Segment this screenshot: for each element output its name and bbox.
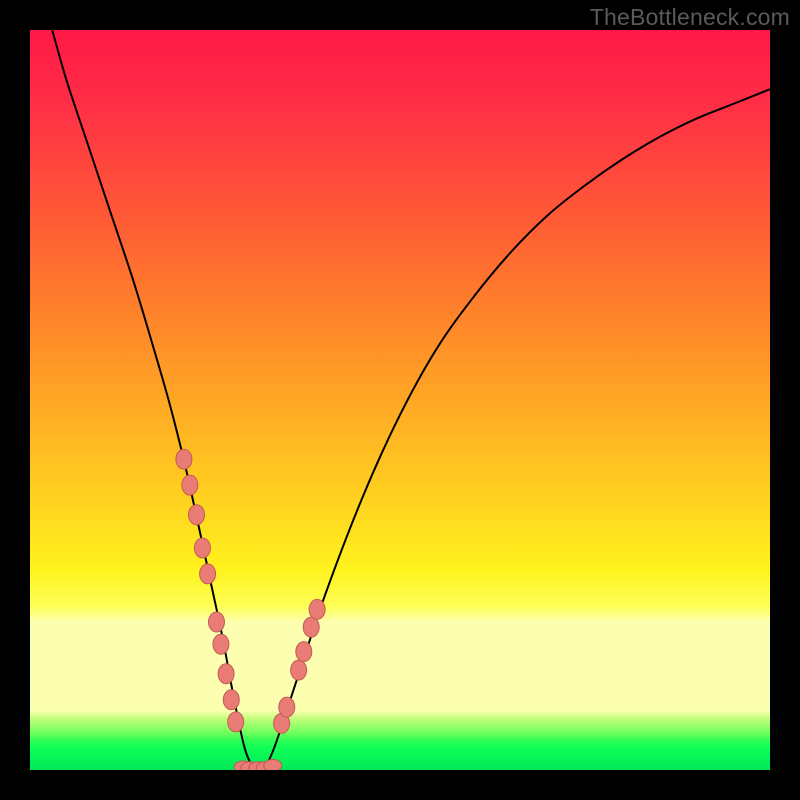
data-marker bbox=[194, 538, 210, 558]
data-marker bbox=[208, 612, 224, 632]
watermark-text: TheBottleneck.com bbox=[590, 4, 790, 31]
data-marker bbox=[213, 634, 229, 654]
data-marker bbox=[182, 475, 198, 495]
data-marker bbox=[189, 505, 205, 525]
data-marker bbox=[200, 564, 216, 584]
data-marker bbox=[228, 712, 244, 732]
data-marker bbox=[303, 617, 319, 637]
data-markers bbox=[176, 449, 325, 770]
bottleneck-curve bbox=[52, 30, 770, 770]
data-marker bbox=[279, 697, 295, 717]
data-marker bbox=[291, 660, 307, 680]
data-marker bbox=[223, 690, 239, 710]
data-marker bbox=[296, 642, 312, 662]
data-marker bbox=[309, 599, 325, 619]
chart-canvas: TheBottleneck.com bbox=[0, 0, 800, 800]
data-marker bbox=[176, 449, 192, 469]
data-marker bbox=[264, 760, 282, 770]
plot-area bbox=[30, 30, 770, 770]
chart-overlay bbox=[30, 30, 770, 770]
data-marker bbox=[218, 664, 234, 684]
